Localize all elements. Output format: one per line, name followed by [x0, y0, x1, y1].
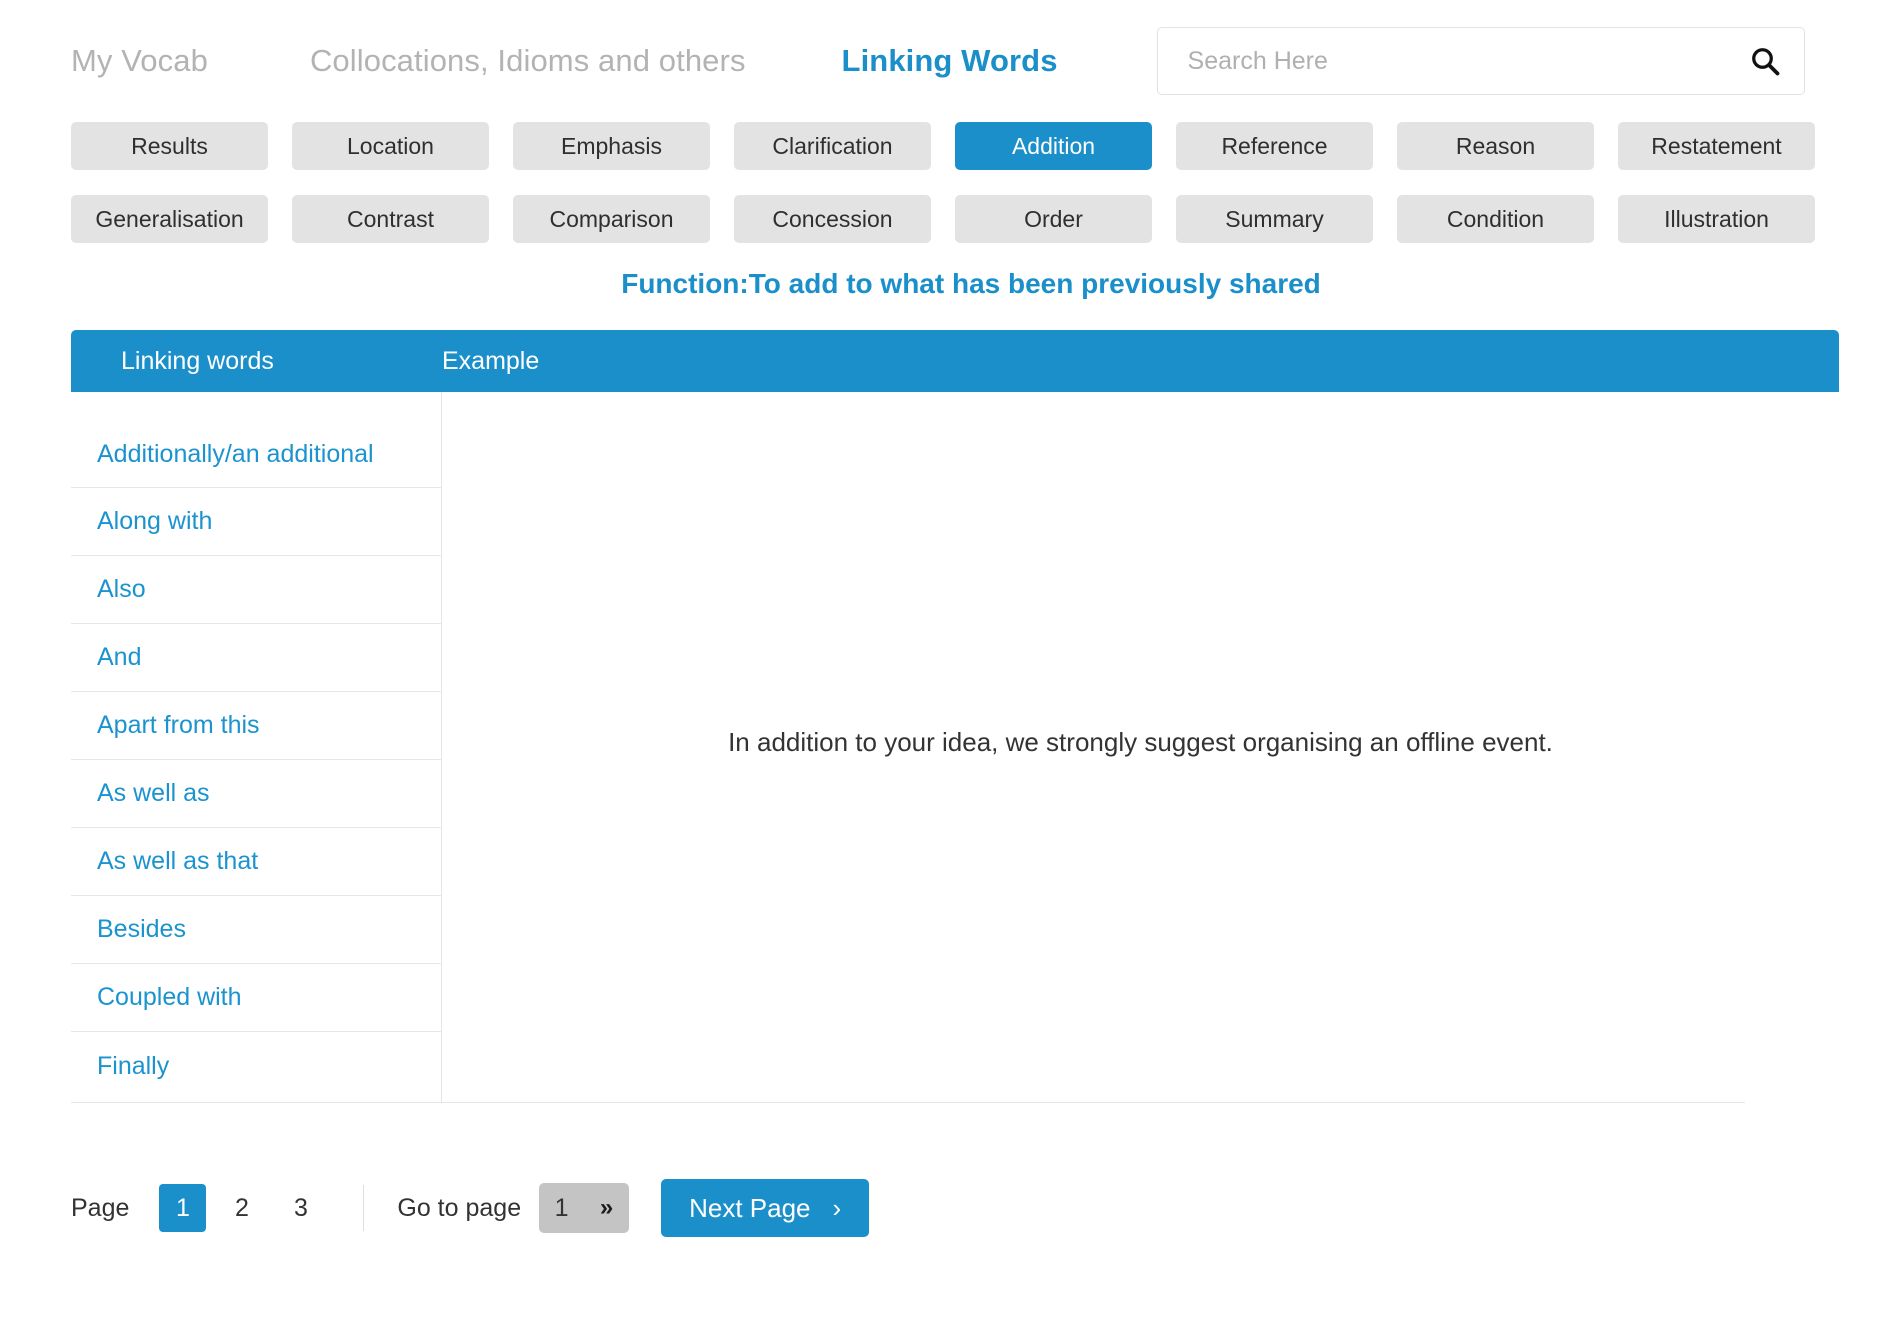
list-item[interactable]: Besides: [71, 896, 441, 964]
category-button-order[interactable]: Order: [955, 195, 1152, 243]
list-item[interactable]: Coupled with: [71, 964, 441, 1032]
list-item[interactable]: Finally: [71, 1032, 441, 1100]
category-button-condition[interactable]: Condition: [1397, 195, 1594, 243]
category-button-concession[interactable]: Concession: [734, 195, 931, 243]
category-row-1: Results Location Emphasis Clarification …: [71, 122, 1831, 170]
function-description: Function:To add to what has been previou…: [621, 268, 1321, 299]
list-item[interactable]: As well as: [71, 760, 441, 828]
column-header-linking-words: Linking words: [121, 346, 274, 375]
category-button-illustration[interactable]: Illustration: [1618, 195, 1815, 243]
pagination-divider: [363, 1185, 365, 1231]
list-item[interactable]: Along with: [71, 488, 441, 556]
category-button-reference[interactable]: Reference: [1176, 122, 1373, 170]
top-navigation-bar: My Vocab Collocations, Idioms and others…: [0, 0, 1902, 122]
go-to-page-input[interactable]: [539, 1183, 585, 1233]
go-to-page-label: Go to page: [397, 1193, 522, 1222]
linking-words-table: Linking words Example Additionally/an ad…: [71, 330, 1839, 1102]
nav-link-my-vocab[interactable]: My Vocab: [71, 43, 208, 79]
category-button-restatement[interactable]: Restatement: [1618, 122, 1815, 170]
list-item[interactable]: Also: [71, 556, 441, 624]
category-button-clarification[interactable]: Clarification: [734, 122, 931, 170]
category-button-emphasis[interactable]: Emphasis: [513, 122, 710, 170]
table-bottom-divider: [71, 1102, 1745, 1103]
double-chevron-right-icon[interactable]: »: [584, 1183, 629, 1233]
category-button-contrast[interactable]: Contrast: [292, 195, 489, 243]
list-item[interactable]: As well as that: [71, 828, 441, 896]
pagination-label: Page: [71, 1193, 130, 1222]
page-button-1[interactable]: 1: [159, 1184, 207, 1232]
page-button-2[interactable]: 2: [218, 1184, 265, 1232]
category-button-addition[interactable]: Addition: [955, 122, 1152, 170]
page-button-3[interactable]: 3: [277, 1184, 324, 1232]
next-page-label: Next Page: [689, 1192, 811, 1223]
nav-link-collocations[interactable]: Collocations, Idioms and others: [310, 43, 746, 79]
search-input[interactable]: [1185, 45, 1750, 77]
column-header-example: Example: [442, 346, 540, 375]
category-button-summary[interactable]: Summary: [1176, 195, 1373, 243]
search-icon[interactable]: [1750, 46, 1780, 76]
category-button-comparison[interactable]: Comparison: [513, 195, 710, 243]
chevron-right-icon: ›: [832, 1193, 842, 1223]
example-column: In addition to your idea, we strongly su…: [442, 392, 1839, 1102]
pagination-bar: Page 1 2 3 Go to page » Next Page ›: [0, 1178, 1902, 1238]
next-page-button[interactable]: Next Page ›: [661, 1179, 870, 1237]
list-item[interactable]: Apart from this: [71, 692, 441, 760]
linking-words-column: Additionally/an additional Along with Al…: [71, 392, 442, 1102]
table-header-row: Linking words Example: [71, 330, 1839, 392]
category-button-results[interactable]: Results: [71, 122, 268, 170]
nav-link-linking-words[interactable]: Linking Words: [842, 43, 1058, 79]
list-item[interactable]: And: [71, 624, 441, 692]
category-button-reason[interactable]: Reason: [1397, 122, 1594, 170]
table-body: Additionally/an additional Along with Al…: [71, 392, 1839, 1102]
search-box[interactable]: [1156, 27, 1805, 95]
example-text: In addition to your idea, we strongly su…: [728, 726, 1553, 757]
category-button-generalisation[interactable]: Generalisation: [71, 195, 268, 243]
category-filter-area: Results Location Emphasis Clarification …: [0, 122, 1902, 243]
category-button-location[interactable]: Location: [292, 122, 489, 170]
category-row-2: Generalisation Contrast Comparison Conce…: [71, 195, 1831, 243]
list-item[interactable]: Additionally/an additional: [71, 392, 441, 488]
go-to-page-group[interactable]: »: [539, 1183, 630, 1233]
